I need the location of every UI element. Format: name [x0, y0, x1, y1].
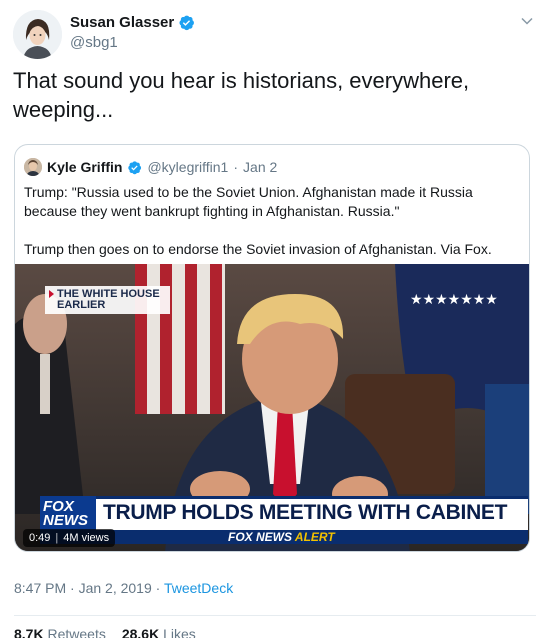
badge-divider: |: [55, 532, 59, 544]
author-block: Susan Glasser @sbg1: [70, 14, 195, 51]
tweet-timestamp: 8:47 PM · Jan 2, 2019 · TweetDeck: [14, 580, 233, 596]
retweets-stat[interactable]: 8.7K Retweets: [14, 626, 106, 638]
quoted-display-name[interactable]: Kyle Griffin: [47, 159, 122, 175]
fox-news-logo: FOX NEWS: [40, 496, 96, 533]
retweets-count: 8.7K: [14, 626, 44, 638]
source-link[interactable]: TweetDeck: [164, 580, 233, 596]
tweet-card: Susan Glasser @sbg1 That sound you hear …: [0, 0, 550, 638]
location-tag: THE WHITE HOUSE EARLIER: [45, 286, 170, 314]
quoted-verified-badge-icon: [128, 160, 142, 174]
quoted-paragraph: Trump: "Russia used to be the Soviet Uni…: [24, 184, 473, 219]
news-banner: FOX NEWS TRUMP HOLDS MEETING WITH CABINE…: [40, 496, 528, 533]
time-date[interactable]: 8:47 PM · Jan 2, 2019 ·: [14, 580, 164, 596]
retweets-label: Retweets: [47, 626, 106, 638]
location-tag-text: THE WHITE HOUSE EARLIER: [57, 288, 160, 311]
quoted-tweet[interactable]: Kyle Griffin @kylegriffin1 · Jan 2 Trump…: [14, 144, 530, 552]
likes-label: Likes: [163, 626, 196, 638]
svg-text:★★★★★★★: ★★★★★★★: [410, 292, 498, 308]
alert-prefix: FOX NEWS: [228, 530, 293, 544]
play-arrow-icon: [49, 290, 54, 298]
video-views: 4M views: [63, 532, 110, 544]
tweet-text: That sound you hear is historians, every…: [13, 68, 470, 122]
quoted-separator: ·: [233, 159, 239, 175]
author-display-name[interactable]: Susan Glasser: [70, 14, 174, 31]
quoted-avatar-image: [24, 158, 42, 176]
engagement-stats: 8.7K Retweets 28.6K Likes: [14, 626, 196, 638]
author-name-row[interactable]: Susan Glasser: [70, 14, 195, 31]
likes-stat[interactable]: 28.6K Likes: [122, 626, 196, 638]
alert-label: FOX NEWS ALERT: [228, 530, 335, 544]
video-duration: 0:49: [29, 532, 51, 544]
chevron-down-icon[interactable]: [520, 14, 534, 28]
video-duration-badge: 0:49 | 4M views: [23, 529, 116, 547]
likes-count: 28.6K: [121, 626, 160, 638]
divider: [14, 615, 536, 616]
news-headline: TRUMP HOLDS MEETING WITH CABINET: [103, 501, 508, 524]
alert-word: ALERT: [294, 530, 335, 544]
author-avatar[interactable]: [13, 10, 62, 59]
quoted-header: Kyle Griffin @kylegriffin1 · Jan 2: [24, 158, 277, 176]
avatar-illustration: [13, 10, 62, 59]
quoted-paragraph: Trump then goes on to endorse the Soviet…: [24, 241, 492, 257]
video-player[interactable]: ★★★★★★★ THE WHITE HOUSE EARLIER FOX NEWS…: [15, 264, 529, 551]
quoted-avatar[interactable]: [24, 158, 42, 176]
verified-badge-icon: [179, 15, 195, 31]
quoted-handle[interactable]: @kylegriffin1: [147, 159, 228, 175]
author-handle[interactable]: @sbg1: [70, 34, 195, 51]
quoted-date[interactable]: Jan 2: [243, 159, 277, 175]
